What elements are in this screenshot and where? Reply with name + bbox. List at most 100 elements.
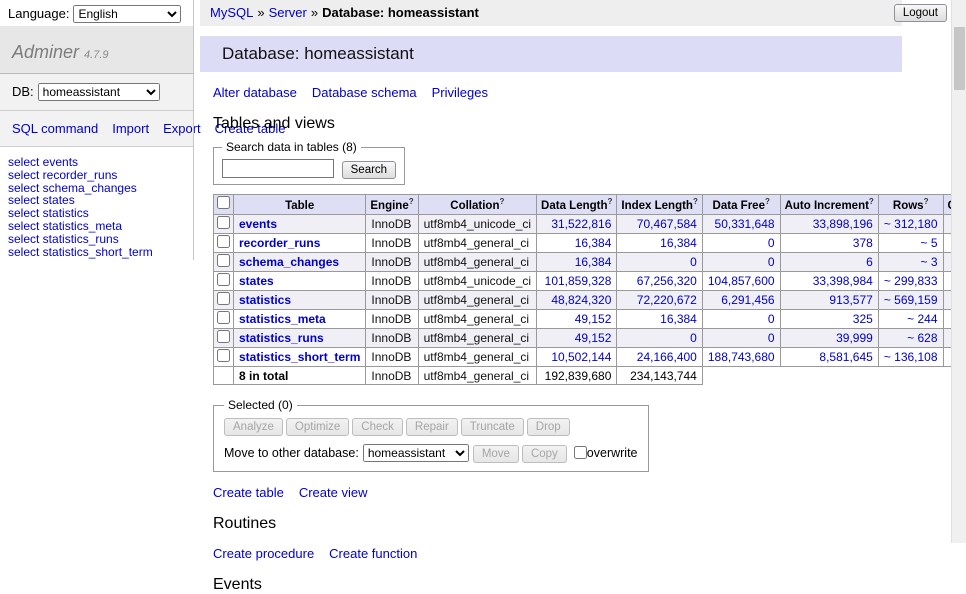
check-all-checkbox[interactable] [217, 196, 230, 209]
cell-auto-increment: 33,898,196 [780, 215, 878, 234]
data-length-link[interactable]: 49,152 [575, 331, 612, 345]
table-name-link[interactable]: schema_changes [239, 255, 339, 269]
overwrite-text: overwrite [587, 446, 638, 460]
column-help-icon: ? [499, 197, 504, 206]
scrollbar[interactable] [951, 0, 966, 543]
create-link[interactable]: Create view [299, 485, 368, 500]
rows-count-link[interactable]: ~ 628 [907, 331, 937, 345]
rows-count-link[interactable]: ~ 136,108 [884, 350, 938, 364]
auto-increment-link[interactable]: 39,999 [836, 331, 873, 345]
search-button[interactable]: Search [342, 161, 396, 179]
rows-count-link[interactable]: ~ 569,159 [884, 293, 938, 307]
logout-button[interactable]: Logout [894, 4, 947, 22]
data-free-link[interactable]: 188,743,680 [708, 350, 775, 364]
cell-index-length: 67,256,320 [617, 272, 702, 291]
sidebar-nav-link[interactable]: Import [112, 121, 149, 136]
auto-increment-link[interactable]: 6 [866, 255, 873, 269]
row-checkbox[interactable] [217, 292, 230, 305]
auto-increment-link[interactable]: 378 [853, 236, 873, 250]
auto-increment-link[interactable]: 33,898,196 [813, 217, 873, 231]
index-length-link[interactable]: 0 [690, 255, 697, 269]
create-link[interactable]: Create table [213, 485, 284, 500]
db-select[interactable]: homeassistant [38, 83, 160, 101]
data-length-link[interactable]: 10,502,144 [551, 350, 611, 364]
rows-count-link[interactable]: ~ 3 [921, 255, 938, 269]
rows-count-link[interactable]: ~ 244 [907, 312, 937, 326]
data-length-link[interactable]: 16,384 [575, 255, 612, 269]
copy-button[interactable]: Copy [522, 445, 567, 463]
database-action-link[interactable]: Alter database [213, 85, 297, 100]
routine-link[interactable]: Create function [329, 546, 417, 561]
database-action-link[interactable]: Privileges [432, 85, 488, 100]
selected-action-button[interactable]: Optimize [286, 418, 349, 436]
database-action-link[interactable]: Database schema [312, 85, 417, 100]
data-length-link[interactable]: 101,859,328 [545, 274, 612, 288]
index-length-link[interactable]: 67,256,320 [637, 274, 697, 288]
routine-link[interactable]: Create procedure [213, 546, 314, 561]
cell-index-length: 70,467,584 [617, 215, 702, 234]
data-length-link[interactable]: 16,384 [575, 236, 612, 250]
row-checkbox[interactable] [217, 349, 230, 362]
data-free-link[interactable]: 0 [768, 331, 775, 345]
selected-action-button[interactable]: Drop [527, 418, 570, 436]
rows-count-link[interactable]: ~ 5 [921, 236, 938, 250]
data-free-link[interactable]: 50,331,648 [715, 217, 775, 231]
column-help-icon: ? [869, 197, 874, 206]
search-input[interactable] [222, 159, 334, 178]
data-length-link[interactable]: 49,152 [575, 312, 612, 326]
data-free-link[interactable]: 104,857,600 [708, 274, 775, 288]
db-label: DB: [12, 84, 34, 99]
row-checkbox[interactable] [217, 254, 230, 267]
language-select[interactable]: English [73, 5, 181, 23]
sidebar-nav-link[interactable]: SQL command [12, 121, 98, 136]
row-checkbox[interactable] [217, 273, 230, 286]
table-name-link[interactable]: statistics_runs [239, 331, 324, 345]
cell-collation: utf8mb4_unicode_ci [418, 215, 536, 234]
index-length-link[interactable]: 72,220,672 [637, 293, 697, 307]
index-length-link[interactable]: 24,166,400 [637, 350, 697, 364]
column-help-icon: ? [924, 197, 929, 206]
data-length-link[interactable]: 31,522,816 [551, 217, 611, 231]
table-name-link[interactable]: states [239, 274, 274, 288]
data-length-link[interactable]: 48,824,320 [551, 293, 611, 307]
auto-increment-link[interactable]: 8,581,645 [819, 350, 872, 364]
routine-links: Create procedure Create function [213, 546, 951, 561]
table-name-link[interactable]: recorder_runs [239, 236, 320, 250]
table-name-link[interactable]: statistics_meta [239, 312, 326, 326]
selected-action-button[interactable]: Truncate [461, 418, 524, 436]
move-label: Move to other database: [224, 446, 359, 460]
auto-increment-link[interactable]: 33,398,984 [813, 274, 873, 288]
rows-count-link[interactable]: ~ 299,833 [884, 274, 938, 288]
data-free-link[interactable]: 6,291,456 [721, 293, 774, 307]
row-checkbox[interactable] [217, 235, 230, 248]
table-name-link[interactable]: events [239, 217, 277, 231]
table-name-link[interactable]: statistics [239, 293, 291, 307]
index-length-link[interactable]: 0 [690, 331, 697, 345]
sidebar-nav-link[interactable]: Export [163, 121, 201, 136]
selected-action-button[interactable]: Analyze [224, 418, 283, 436]
selected-action-button[interactable]: Check [352, 418, 403, 436]
language-bar: Language:English [0, 0, 193, 26]
cell-data-length: 16,384 [537, 253, 617, 272]
move-button[interactable]: Move [473, 445, 519, 463]
selected-action-button[interactable]: Repair [406, 418, 458, 436]
overwrite-checkbox[interactable] [574, 446, 587, 459]
data-free-link[interactable]: 0 [768, 255, 775, 269]
auto-increment-link[interactable]: 913,577 [829, 293, 872, 307]
index-length-link[interactable]: 70,467,584 [637, 217, 697, 231]
auto-increment-link[interactable]: 325 [853, 312, 873, 326]
rows-count-link[interactable]: ~ 312,180 [884, 217, 938, 231]
row-checkbox[interactable] [217, 216, 230, 229]
table-name-link[interactable]: statistics_short_term [239, 350, 360, 364]
breadcrumb-mysql-link[interactable]: MySQL [210, 5, 253, 20]
breadcrumb-server-link[interactable]: Server [269, 5, 307, 20]
sidebar-select-link[interactable]: select statistics_short_term [8, 245, 153, 259]
scrollbar-thumb[interactable] [954, 27, 965, 90]
index-length-link[interactable]: 16,384 [660, 236, 697, 250]
data-free-link[interactable]: 0 [768, 236, 775, 250]
move-db-select[interactable]: homeassistant [363, 444, 469, 462]
index-length-link[interactable]: 16,384 [660, 312, 697, 326]
row-checkbox[interactable] [217, 311, 230, 324]
row-checkbox[interactable] [217, 330, 230, 343]
data-free-link[interactable]: 0 [768, 312, 775, 326]
